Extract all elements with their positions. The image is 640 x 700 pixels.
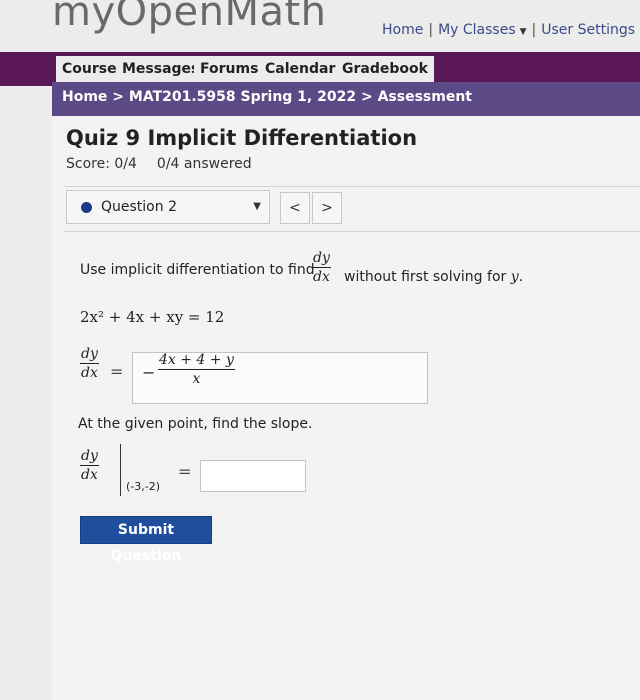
my-classes-link[interactable]: My Classes — [438, 22, 516, 38]
breadcrumb-course[interactable]: MAT201.5958 Spring 1, 2022 — [129, 89, 356, 105]
given-equation: 2x² + 4x + xy = 12 — [80, 308, 225, 326]
question-prompt: Use implicit differentiation to find — [80, 262, 315, 278]
fraction-denominator: dx — [81, 467, 98, 483]
prompt-end: . — [518, 269, 524, 285]
separator: | — [428, 22, 434, 38]
tab-course[interactable]: Course — [56, 56, 123, 82]
score-line: Score: 0/4 0/4 answered — [66, 156, 252, 172]
dy-dx-fraction: dy dx — [80, 448, 99, 483]
prev-question-button[interactable]: < — [280, 192, 310, 224]
slope-prompt: At the given point, find the slope. — [78, 416, 313, 432]
tab-calendar[interactable]: Calendar — [259, 56, 342, 82]
fraction-numerator: dy — [81, 346, 98, 362]
caret-down-icon[interactable]: ▼ — [520, 27, 527, 37]
breadcrumb-home[interactable]: Home — [62, 89, 107, 105]
equals-sign: = — [110, 362, 124, 381]
question-select-label: Question 2 — [101, 199, 177, 215]
dy-dx-fraction: dy dx — [80, 346, 99, 381]
tab-messages[interactable]: Messages — [116, 56, 206, 82]
score-value: Score: 0/4 — [66, 156, 137, 172]
fraction-bar — [80, 363, 99, 364]
separator: | — [531, 22, 537, 38]
answer-sign: − — [142, 363, 156, 382]
prompt-variable: y — [510, 269, 519, 285]
status-dot-icon — [81, 202, 92, 213]
user-settings-link[interactable]: User Settings — [541, 22, 635, 38]
next-question-button[interactable]: > — [312, 192, 342, 224]
tab-gradebook[interactable]: Gradebook — [336, 56, 434, 82]
fraction-bar — [312, 267, 331, 268]
question-prompt-end: without first solving for y. — [344, 269, 523, 285]
evaluation-point: (-3,-2) — [126, 480, 161, 493]
answer-numerator: 4x + 4 + y — [159, 352, 234, 368]
evaluation-bar — [120, 444, 121, 496]
fraction-denominator: dx — [313, 269, 330, 285]
fraction-bar — [80, 465, 99, 466]
fraction-denominator: dx — [81, 365, 98, 381]
home-link[interactable]: Home — [382, 22, 423, 38]
page-title: Quiz 9 Implicit Differentiation — [66, 126, 418, 150]
prompt-after: without first solving for — [344, 269, 507, 285]
question-select[interactable]: Question 2 ▼ — [66, 190, 270, 224]
breadcrumb-separator: > — [360, 89, 373, 105]
breadcrumb: Home > MAT201.5958 Spring 1, 2022 > Asse… — [52, 82, 640, 116]
answer-denominator: x — [192, 371, 201, 387]
equals-sign: = — [178, 462, 192, 481]
breadcrumb-current: Assessment — [377, 89, 472, 105]
answered-count: 0/4 answered — [156, 156, 252, 172]
fraction-numerator: dy — [313, 250, 330, 266]
tab-forums[interactable]: Forums — [194, 56, 265, 82]
app-logo[interactable]: myOpenMath — [52, 0, 327, 32]
fraction-numerator: dy — [81, 448, 98, 464]
dy-dx-fraction: dy dx — [312, 250, 331, 285]
top-links: Home|My Classes▼|User Settings| — [382, 22, 640, 38]
answer-fraction: 4x + 4 + y x — [158, 352, 235, 387]
fraction-bar — [158, 369, 235, 370]
slope-answer-field[interactable] — [200, 460, 306, 492]
submit-question-button[interactable]: Submit Question — [80, 516, 212, 564]
caret-down-icon: ▼ — [253, 201, 261, 212]
breadcrumb-separator: > — [112, 89, 125, 105]
